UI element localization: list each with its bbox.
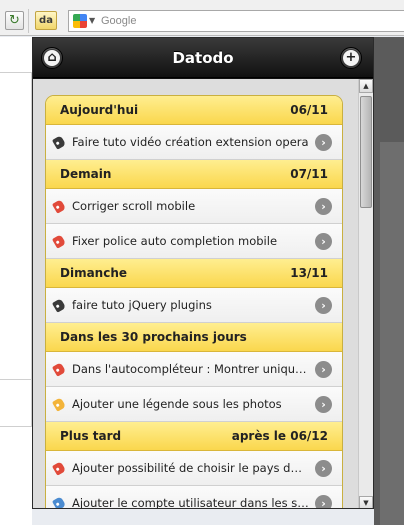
- scroll-down-arrow-icon[interactable]: ▼: [359, 496, 373, 508]
- scroll-up-arrow-icon[interactable]: ▲: [359, 79, 373, 93]
- task-item[interactable]: Ajouter le compte utilisateur dans les s…: [46, 486, 342, 509]
- chevron-right-icon[interactable]: ›: [315, 296, 332, 314]
- list-divider: Aujourd'hui 06/11: [46, 96, 342, 125]
- tag-icon: [51, 460, 67, 476]
- reload-icon: ↻: [9, 13, 20, 28]
- task-label: Ajouter le compte utilisateur dans les s…: [72, 496, 309, 509]
- tag-icon: [51, 495, 67, 508]
- home-icon: ⌂: [44, 50, 60, 66]
- task-item[interactable]: faire tuto jQuery plugins ›: [46, 288, 342, 323]
- reload-button[interactable]: ↻: [5, 11, 24, 30]
- task-label: Ajouter possibilité de choisir le pays d…: [72, 461, 309, 475]
- task-list-container: Aujourd'hui 06/11 Faire tuto vidéo créatio…: [45, 95, 343, 509]
- divider: [0, 379, 32, 380]
- task-label: Corriger scroll mobile: [72, 199, 196, 213]
- task-label: Faire tuto vidéo création extension oper…: [72, 135, 309, 149]
- chevron-right-icon[interactable]: ›: [315, 395, 332, 413]
- divider-label: Dimanche: [60, 266, 128, 280]
- home-button[interactable]: ⌂: [41, 47, 63, 69]
- popup-body: Aujourd'hui 06/11 Faire tuto vidéo créatio…: [33, 79, 373, 509]
- chevron-right-icon[interactable]: ›: [315, 360, 332, 378]
- tag-icon: [51, 198, 67, 214]
- list-divider: Dimanche 13/11: [46, 259, 342, 288]
- divider-date: 13/11: [290, 266, 328, 280]
- background-region: [380, 142, 404, 525]
- popup-header: ⌂ Datodo +: [33, 38, 373, 78]
- background-panel: [0, 72, 32, 427]
- popup-scrollbar[interactable]: ▲ ▼: [358, 79, 373, 508]
- task-item[interactable]: Faire tuto vidéo création extension oper…: [46, 125, 342, 160]
- list-divider: Plus tard après le 06/12: [46, 422, 342, 451]
- popup-title: Datodo: [172, 49, 234, 67]
- task-item[interactable]: Dans l'autocompléteur : Montrer uniqueme…: [46, 352, 342, 387]
- divider-date: 07/11: [290, 167, 328, 181]
- task-label: faire tuto jQuery plugins: [72, 298, 212, 312]
- task-list: Aujourd'hui 06/11 Faire tuto vidéo créatio…: [45, 95, 343, 509]
- add-task-button[interactable]: +: [340, 47, 362, 69]
- tag-icon: [51, 134, 67, 150]
- google-icon[interactable]: [73, 14, 87, 28]
- datodo-popup: ⌂ Datodo + Aujourd'hui 06/11 Faire tuto vi…: [32, 37, 374, 509]
- task-item[interactable]: Ajouter une légende sous les photos ›: [46, 387, 342, 422]
- chevron-right-icon[interactable]: ›: [315, 459, 332, 477]
- tag-icon: [51, 361, 67, 377]
- divider-label: Plus tard: [60, 429, 122, 443]
- tag-icon: [51, 396, 67, 412]
- list-divider: Demain 07/11: [46, 160, 342, 189]
- divider-label: Demain: [60, 167, 112, 181]
- divider-label: Aujourd'hui: [60, 103, 139, 117]
- task-label: Fixer police auto completion mobile: [72, 234, 278, 248]
- chevron-right-icon[interactable]: ›: [315, 494, 332, 508]
- chevron-right-icon[interactable]: ›: [315, 197, 332, 215]
- scroll-thumb[interactable]: [360, 96, 372, 208]
- chevron-down-icon[interactable]: ▼: [89, 14, 95, 28]
- background-page-right: [374, 37, 404, 525]
- chevron-right-icon[interactable]: ›: [315, 133, 332, 151]
- task-item[interactable]: Corriger scroll mobile ›: [46, 189, 342, 224]
- list-divider: Dans les 30 prochains jours: [46, 323, 342, 352]
- divider-date: après le 06/12: [231, 429, 328, 443]
- task-label: Dans l'autocompléteur : Montrer uniqueme…: [72, 362, 309, 376]
- divider-label: Dans les 30 prochains jours: [60, 330, 247, 344]
- background-page-left: [0, 37, 32, 525]
- toolbar-separator: [28, 9, 29, 33]
- browser-toolbar: ↻ da ▼: [0, 0, 404, 36]
- tag-icon: [51, 233, 67, 249]
- task-label: Ajouter une légende sous les photos: [72, 397, 282, 411]
- chevron-right-icon[interactable]: ›: [315, 232, 332, 250]
- task-item[interactable]: Fixer police auto completion mobile ›: [46, 224, 342, 259]
- divider-date: 06/11: [290, 103, 328, 117]
- plus-icon: +: [343, 50, 359, 66]
- search-box: ▼: [68, 10, 404, 32]
- tag-icon: [51, 297, 67, 313]
- search-input[interactable]: [101, 12, 381, 30]
- task-item[interactable]: Ajouter possibilité de choisir le pays d…: [46, 451, 342, 486]
- datodo-extension-button[interactable]: da: [35, 11, 57, 30]
